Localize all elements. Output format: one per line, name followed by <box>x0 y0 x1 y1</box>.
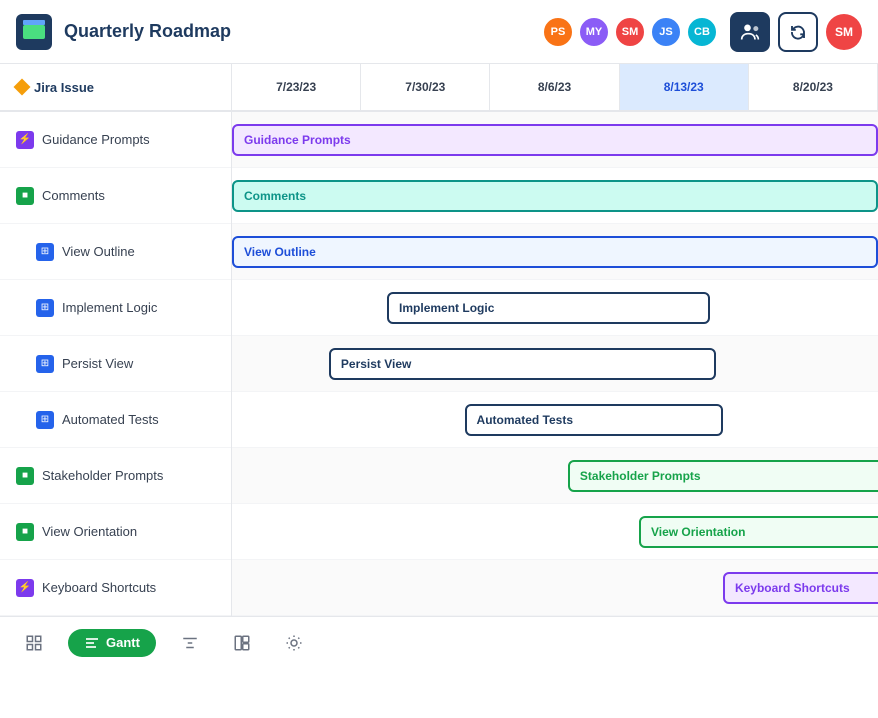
list-item[interactable]: ⊞ Automated Tests <box>0 392 231 448</box>
bottom-toolbar: Gantt <box>0 616 878 668</box>
avatar[interactable]: SM <box>614 16 646 48</box>
row-icon-blue: ⊞ <box>36 355 54 373</box>
gantt-row: View Outline <box>232 224 878 280</box>
date-headers: 7/23/23 7/30/23 8/6/23 8/13/23 8/20/23 <box>232 64 878 110</box>
row-icon-blue: ⊞ <box>36 243 54 261</box>
bar-guidance-prompts[interactable]: Guidance Prompts <box>232 124 878 156</box>
header: Quarterly Roadmap PS MY SM JS CB SM <box>0 0 878 64</box>
list-item[interactable]: ⊞ Implement Logic <box>0 280 231 336</box>
gantt-row: Guidance Prompts <box>232 112 878 168</box>
app-logo <box>16 14 52 50</box>
date-col-1: 7/23/23 <box>232 64 361 110</box>
bar-view-orientation[interactable]: View Orientation <box>639 516 878 548</box>
gantt-row: Implement Logic <box>232 280 878 336</box>
avatar[interactable]: MY <box>578 16 610 48</box>
row-icon-green: ■ <box>16 523 34 541</box>
sidebar-rows: ⚡ Guidance Prompts ■ Comments ⊞ View Out… <box>0 112 232 616</box>
refresh-button[interactable] <box>778 12 818 52</box>
list-item[interactable]: ⚡ Keyboard Shortcuts <box>0 560 231 616</box>
row-icon-blue: ⊞ <box>36 299 54 317</box>
list-item[interactable]: ■ Stakeholder Prompts <box>0 448 231 504</box>
gantt-row: Persist View <box>232 336 878 392</box>
avatar-group: PS MY SM JS CB <box>542 16 718 48</box>
bar-persist-view[interactable]: Persist View <box>329 348 717 380</box>
avatar[interactable]: PS <box>542 16 574 48</box>
gantt-body: ⚡ Guidance Prompts ■ Comments ⊞ View Out… <box>0 112 878 616</box>
bar-implement-logic[interactable]: Implement Logic <box>387 292 710 324</box>
row-icon-green: ■ <box>16 187 34 205</box>
list-item[interactable]: ⊞ View Outline <box>0 224 231 280</box>
gantt-row: Automated Tests <box>232 392 878 448</box>
column-headers: Jira Issue 7/23/23 7/30/23 8/6/23 8/13/2… <box>0 64 878 112</box>
list-item[interactable]: ⊞ Persist View <box>0 336 231 392</box>
gantt-row: View Orientation <box>232 504 878 560</box>
grid-view-button[interactable] <box>16 625 52 661</box>
row-icon-purple: ⚡ <box>16 131 34 149</box>
date-col-4: 8/13/23 <box>620 64 749 110</box>
bar-comments[interactable]: Comments <box>232 180 878 212</box>
avatar[interactable]: CB <box>686 16 718 48</box>
row-icon-purple: ⚡ <box>16 579 34 597</box>
list-item[interactable]: ■ View Orientation <box>0 504 231 560</box>
user-avatar[interactable]: SM <box>826 14 862 50</box>
gantt-button[interactable]: Gantt <box>68 629 156 657</box>
settings-button[interactable] <box>276 625 312 661</box>
bar-automated-tests[interactable]: Automated Tests <box>465 404 723 436</box>
row-icon-blue: ⊞ <box>36 411 54 429</box>
gantt-row: Comments <box>232 168 878 224</box>
date-col-3: 8/6/23 <box>490 64 619 110</box>
list-item[interactable]: ■ Comments <box>0 168 231 224</box>
avatar[interactable]: JS <box>650 16 682 48</box>
gantt-chart: Guidance Prompts Comments View Outline I… <box>232 112 878 616</box>
date-col-2: 7/30/23 <box>361 64 490 110</box>
sidebar-column-header: Jira Issue <box>0 64 232 110</box>
gantt-row: Stakeholder Prompts <box>232 448 878 504</box>
bar-keyboard-shortcuts[interactable]: Keyboard Shortcuts <box>723 572 878 604</box>
gantt-row: Keyboard Shortcuts <box>232 560 878 616</box>
diamond-icon <box>14 79 31 96</box>
app-title: Quarterly Roadmap <box>64 21 542 42</box>
row-icon-green: ■ <box>16 467 34 485</box>
filter-button[interactable] <box>172 625 208 661</box>
layout-button[interactable] <box>224 625 260 661</box>
date-col-5: 8/20/23 <box>749 64 878 110</box>
team-button[interactable] <box>730 12 770 52</box>
bar-view-outline[interactable]: View Outline <box>232 236 878 268</box>
bar-stakeholder-prompts[interactable]: Stakeholder Prompts <box>568 460 878 492</box>
list-item[interactable]: ⚡ Guidance Prompts <box>0 112 231 168</box>
